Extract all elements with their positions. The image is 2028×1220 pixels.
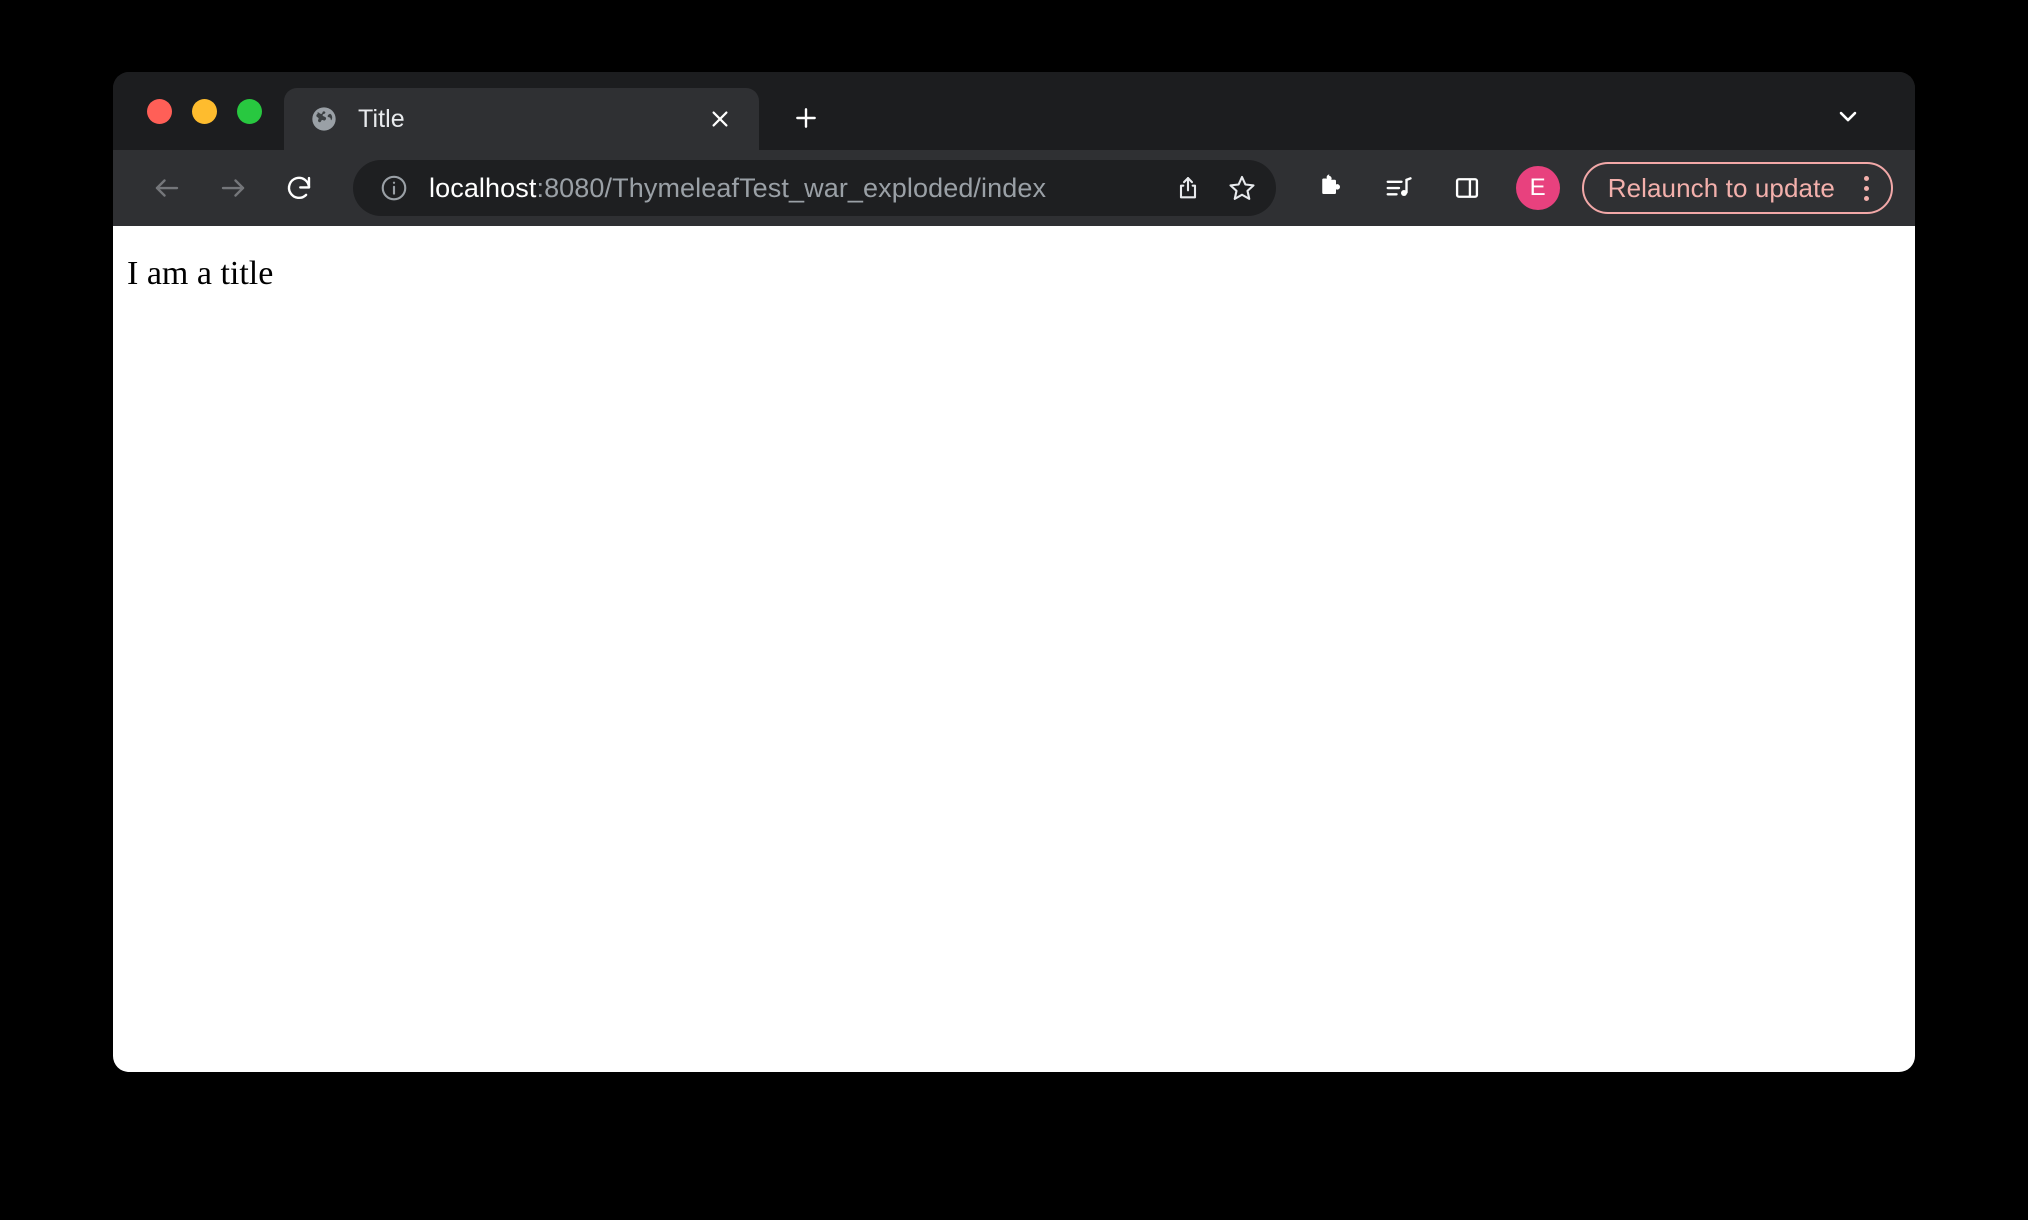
info-circle-icon[interactable] bbox=[375, 169, 413, 207]
browser-tab[interactable]: Title bbox=[284, 88, 759, 150]
address-bar[interactable]: localhost:8080/ThymeleafTest_war_explode… bbox=[353, 160, 1276, 216]
close-window-button[interactable] bbox=[147, 98, 172, 124]
kebab-menu-icon[interactable] bbox=[1847, 168, 1885, 208]
browser-toolbar: localhost:8080/ThymeleafTest_war_explode… bbox=[113, 150, 1915, 226]
new-tab-button[interactable] bbox=[781, 93, 831, 143]
maximize-window-button[interactable] bbox=[237, 98, 262, 124]
share-icon[interactable] bbox=[1164, 164, 1212, 212]
avatar[interactable]: E bbox=[1515, 166, 1560, 210]
extensions-button[interactable] bbox=[1306, 163, 1356, 213]
url-text: localhost:8080/ThymeleafTest_war_explode… bbox=[429, 173, 1158, 204]
browser-window: Title localhost:8080/ThymeleafTest_war_e… bbox=[113, 72, 1915, 1072]
relaunch-to-update-button[interactable]: Relaunch to update bbox=[1581, 162, 1893, 214]
star-icon[interactable] bbox=[1218, 164, 1266, 212]
page-content: I am a title bbox=[113, 226, 1915, 1072]
chevron-down-icon[interactable] bbox=[1823, 91, 1873, 141]
reload-button[interactable] bbox=[273, 162, 325, 214]
relaunch-to-update-label: Relaunch to update bbox=[1607, 172, 1835, 203]
url-host: localhost bbox=[429, 172, 537, 203]
back-button[interactable] bbox=[141, 162, 193, 214]
tab-strip: Title bbox=[113, 72, 1915, 150]
globe-icon bbox=[310, 105, 338, 133]
window-controls bbox=[113, 72, 284, 150]
url-path: :8080/ThymeleafTest_war_exploded/index bbox=[536, 172, 1047, 203]
close-tab-button[interactable] bbox=[703, 102, 737, 136]
media-music-icon[interactable] bbox=[1374, 163, 1424, 213]
page-heading: I am a title bbox=[127, 255, 274, 292]
minimize-window-button[interactable] bbox=[192, 98, 217, 124]
tab-title: Title bbox=[358, 104, 405, 133]
side-panel-icon[interactable] bbox=[1442, 163, 1492, 213]
forward-button[interactable] bbox=[207, 162, 259, 214]
